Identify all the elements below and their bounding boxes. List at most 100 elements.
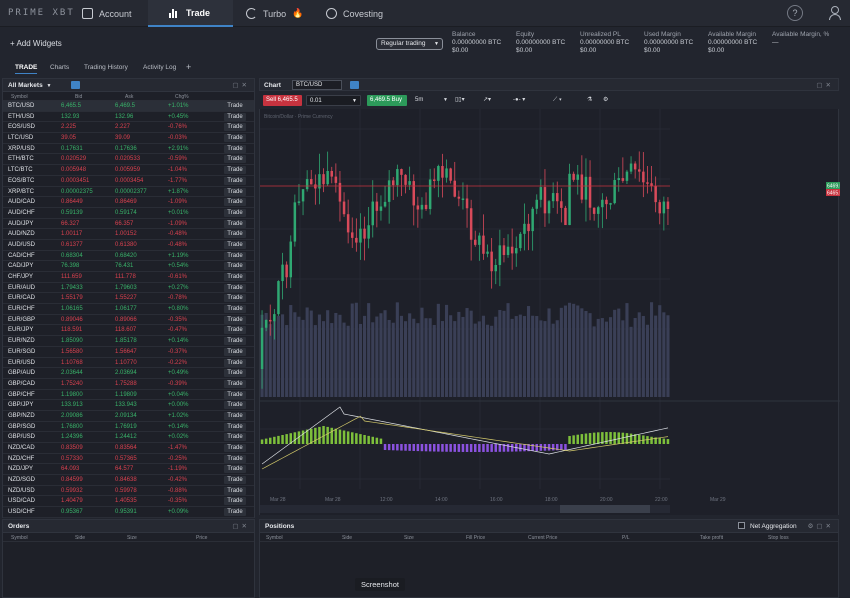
trade-button[interactable]: Trade <box>224 476 246 485</box>
market-row[interactable]: ETH/USD 132.93 132.96 +0.45% Trade <box>3 112 254 123</box>
flask-icon[interactable]: ⚗ <box>587 95 597 106</box>
trade-button[interactable]: Trade <box>224 315 246 324</box>
market-row[interactable]: AUD/USD 0.61377 0.61380 -0.48% Trade <box>3 240 254 251</box>
trade-button[interactable]: Trade <box>224 454 246 463</box>
trade-button[interactable]: Trade <box>224 198 246 207</box>
trade-button[interactable]: Trade <box>224 347 246 356</box>
price-chart[interactable]: Bitcoin/Dollar · Prime Currency 6469.5646… <box>259 109 848 515</box>
market-row[interactable]: NZD/CHF 0.57330 0.57365 -0.25% Trade <box>3 454 254 465</box>
trade-button[interactable]: Trade <box>224 283 246 292</box>
trade-button[interactable]: Trade <box>224 465 246 474</box>
market-row[interactable]: NZD/USD 0.59932 0.59978 -0.88% Trade <box>3 486 254 497</box>
trade-button[interactable]: Trade <box>224 305 246 314</box>
trade-button[interactable]: Trade <box>224 369 246 378</box>
market-row[interactable]: USD/CAD 1.40479 1.40535 -0.35% Trade <box>3 496 254 508</box>
tab-activity-log[interactable]: Activity Log <box>143 64 176 71</box>
trade-button[interactable]: Trade <box>224 444 246 452</box>
nav-account[interactable]: Account <box>82 0 144 27</box>
net-aggregation-checkbox[interactable] <box>738 522 745 529</box>
market-row[interactable]: XRP/USD 0.17631 0.17636 +2.91% Trade <box>3 144 254 155</box>
market-row[interactable]: EUR/NZD 1.85090 1.85178 +0.14% Trade <box>3 336 254 347</box>
trade-button[interactable]: Trade <box>224 422 246 431</box>
trade-button[interactable]: Trade <box>224 379 246 388</box>
indicators-icon[interactable]: ↗▾ <box>483 95 507 106</box>
market-row[interactable]: EUR/USD 1.10768 1.10770 -0.22% Trade <box>3 358 254 369</box>
trade-button[interactable]: Trade <box>224 337 246 346</box>
market-row[interactable]: ETH/BTC 0.020529 0.020533 -0.59% Trade <box>3 154 254 166</box>
trade-button[interactable]: Trade <box>224 358 246 367</box>
market-row[interactable]: EUR/SGD 1.56580 1.56647 -0.37% Trade <box>3 347 254 358</box>
trade-button[interactable]: Trade <box>224 144 246 153</box>
trade-button[interactable]: Trade <box>224 273 246 281</box>
markets-title[interactable]: All Markets <box>8 82 43 89</box>
trade-button[interactable]: Trade <box>224 251 246 260</box>
prime-xbt-logo[interactable]: PRIME XBT <box>8 8 75 18</box>
add-tab-button[interactable]: + <box>186 62 191 72</box>
tab-charts[interactable]: Charts <box>50 64 69 71</box>
market-row[interactable]: LTC/BTC 0.005948 0.005959 -1.04% Trade <box>3 165 254 176</box>
trade-button[interactable]: Trade <box>224 176 246 185</box>
help-icon[interactable]: ? <box>787 5 803 21</box>
user-profile-icon[interactable] <box>828 5 842 21</box>
trade-button[interactable]: Trade <box>224 401 246 410</box>
chart-type-icon[interactable]: ▯▯▾ <box>455 95 479 106</box>
trade-button[interactable]: Trade <box>224 262 246 271</box>
trade-button[interactable]: Trade <box>224 411 246 420</box>
trade-button[interactable]: Trade <box>224 486 246 495</box>
market-row[interactable]: EUR/AUD 1.79433 1.79603 +0.27% Trade <box>3 283 254 294</box>
interval-select[interactable]: 5m ▼ <box>412 95 450 106</box>
trade-button[interactable]: Trade <box>224 433 246 442</box>
market-row[interactable]: GBP/AUD 2.03644 2.03694 +0.49% Trade <box>3 368 254 379</box>
market-row[interactable]: AUD/CHF 0.59139 0.59174 +0.01% Trade <box>3 208 254 219</box>
trade-button[interactable]: Trade <box>224 508 246 517</box>
market-row[interactable]: EUR/CHF 1.06165 1.06177 +0.80% Trade <box>3 304 254 315</box>
chevron-down-icon[interactable]: ▼ <box>352 96 357 107</box>
nav-covesting[interactable]: Covesting <box>326 0 386 27</box>
crosshair-icon[interactable]: -●- ▾ <box>513 95 545 106</box>
market-row[interactable]: CHF/JPY 111.659 111.778 -0.61% Trade <box>3 272 254 283</box>
market-row[interactable]: GBP/SGD 1.76800 1.76919 +0.14% Trade <box>3 422 254 433</box>
market-row[interactable]: EOS/USD 2.225 2.227 -0.76% Trade <box>3 122 254 134</box>
panel-controls-icon[interactable]: ▢✕ <box>232 522 250 530</box>
expand-icon[interactable] <box>71 81 80 89</box>
chevron-down-icon[interactable]: ▼ <box>47 83 52 89</box>
sell-button[interactable]: Sell 6,465.5 <box>263 95 302 106</box>
panel-controls-icon[interactable]: ▢✕ <box>816 81 834 89</box>
panel-controls-icon[interactable]: ⚙▢✕ <box>808 522 834 530</box>
market-row[interactable]: BTC/USD 6,465.5 6,469.5 +1.01% Trade <box>3 101 254 112</box>
market-row[interactable]: GBP/CHF 1.19800 1.19809 +0.04% Trade <box>3 390 254 401</box>
tab-trade[interactable]: TRADE <box>15 64 38 74</box>
amount-input[interactable]: 0.01 ▼ <box>306 95 361 106</box>
panel-controls-icon[interactable]: ▢✕ <box>232 81 250 89</box>
trade-button[interactable]: Trade <box>224 187 246 196</box>
market-row[interactable]: GBP/NZD 2.09086 2.09134 +1.02% Trade <box>3 411 254 422</box>
market-row[interactable]: NZD/CAD 0.83509 0.83564 -1.47% Trade <box>3 443 254 454</box>
gear-icon[interactable]: ⚙ <box>603 95 613 106</box>
candlestick-chart[interactable]: Bitcoin/Dollar · Prime Currency 6469.5646… <box>260 109 848 515</box>
market-row[interactable]: XRP/BTC 0.00002375 0.00002377 +1.87% Trade <box>3 187 254 198</box>
market-row[interactable]: EOS/BTC 0.0003451 0.0003454 -1.77% Trade <box>3 176 254 187</box>
trade-button[interactable]: Trade <box>224 497 246 506</box>
trade-button[interactable]: Trade <box>224 155 246 164</box>
market-row[interactable]: LTC/USD 39.05 39.09 -0.03% Trade <box>3 133 254 144</box>
market-row[interactable]: EUR/GBP 0.89046 0.89066 -0.35% Trade <box>3 315 254 326</box>
market-row[interactable]: GBP/CAD 1.75240 1.75288 -0.39% Trade <box>3 379 254 390</box>
chart-symbol-input[interactable]: BTC/USD <box>292 80 342 90</box>
trade-button[interactable]: Trade <box>224 240 246 249</box>
trade-button[interactable]: Trade <box>224 294 246 303</box>
market-row[interactable]: CAD/JPY 76.398 76.431 +0.54% Trade <box>3 261 254 272</box>
trade-button[interactable]: Trade <box>224 326 246 335</box>
market-row[interactable]: AUD/NZD 1.00117 1.00152 -0.48% Trade <box>3 229 254 240</box>
market-row[interactable]: CAD/CHF 0.68304 0.68420 +1.19% Trade <box>3 251 254 262</box>
tab-trading-history[interactable]: Trading History <box>84 64 128 71</box>
market-row[interactable]: AUD/JPY 66.327 66.357 -1.09% Trade <box>3 219 254 230</box>
market-row[interactable]: USD/CHF 0.95367 0.95391 +0.09% Trade <box>3 507 254 518</box>
market-row[interactable]: GBP/USD 1.24396 1.24412 +0.02% Trade <box>3 432 254 443</box>
market-row[interactable]: NZD/JPY 64.093 64.577 -1.19% Trade <box>3 464 254 476</box>
market-row[interactable]: NZD/SGD 0.84599 0.84638 -0.42% Trade <box>3 475 254 486</box>
expand-icon[interactable] <box>350 81 359 89</box>
trade-button[interactable]: Trade <box>224 112 246 121</box>
trade-button[interactable]: Trade <box>224 102 246 110</box>
buy-button[interactable]: 6,469.5 Buy <box>367 95 407 106</box>
nav-trade[interactable]: Trade <box>148 0 233 27</box>
